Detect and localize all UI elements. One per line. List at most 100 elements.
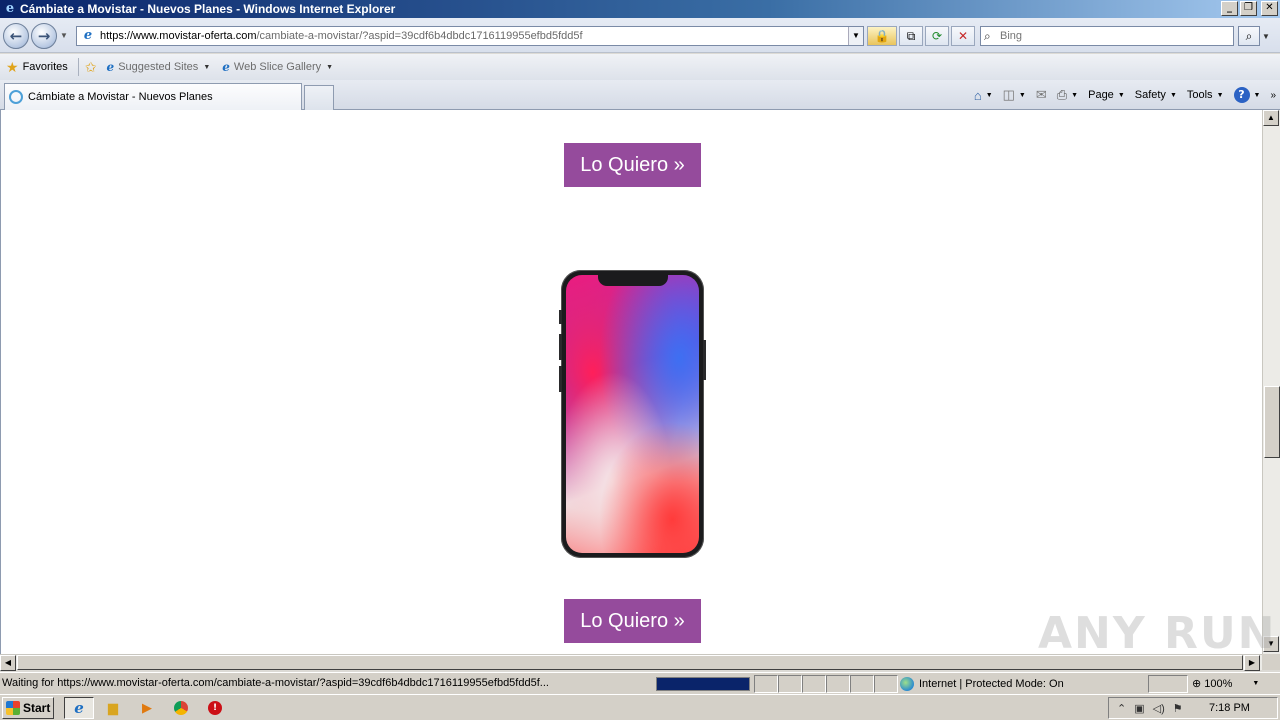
tab-bar: Cámbiate a Movistar - Nuevos Planes ⌂ ▼ ◫… [0, 80, 1280, 110]
refresh-icon[interactable]: ⟳ [925, 26, 949, 46]
start-button[interactable]: Start [2, 697, 54, 719]
globe-icon [900, 677, 914, 691]
phone-notch [598, 275, 668, 286]
ie-logo-icon: e [5, 1, 15, 16]
web-slice-gallery-link[interactable]: e Web Slice Gallery ▼ [222, 60, 333, 74]
help-icon: ? [1233, 87, 1250, 103]
volume-icon[interactable]: ◁) [1153, 702, 1165, 715]
lo-quiero-button-bottom[interactable]: Lo Quiero » [564, 599, 701, 643]
safety-menu[interactable]: Safety ▼ [1135, 89, 1177, 101]
show-hidden-icons[interactable]: ⌃ [1117, 702, 1126, 715]
address-dropdown-icon[interactable]: ▼ [848, 27, 863, 45]
taskbar-ie[interactable]: e [64, 697, 94, 719]
zone-label: Internet | Protected Mode: On [919, 678, 1064, 690]
new-tab-button[interactable] [304, 85, 334, 110]
minimize-button[interactable]: _ [1221, 1, 1238, 16]
media-player-icon: ▶ [142, 700, 152, 715]
search-box[interactable]: ⌕ [980, 26, 1234, 46]
chevron-down-icon: ▼ [1252, 680, 1260, 687]
system-tray: ⌃ ▣ ◁) ⚑ 7:18 PM [1108, 697, 1278, 719]
more-commands-icon[interactable]: » [1270, 90, 1276, 101]
phone-volume-up [559, 334, 562, 360]
page-menu-label: Page [1088, 89, 1114, 101]
page-content: Lo Quiero » Lo Quiero » [0, 110, 1262, 654]
read-mail-button[interactable]: ✉ [1036, 87, 1047, 103]
vertical-scrollbar[interactable]: ▲ ▼ [1262, 110, 1280, 654]
home-icon: ⌂ [973, 87, 982, 103]
suggested-sites-link[interactable]: e Suggested Sites ▼ [107, 60, 211, 74]
search-input[interactable] [1000, 30, 1220, 42]
feeds-button[interactable]: ◫ ▼ [1003, 87, 1026, 103]
tab-title: Cámbiate a Movistar - Nuevos Planes [28, 91, 213, 103]
page-menu[interactable]: Page ▼ [1088, 89, 1125, 101]
taskbar: Start e ▆ ▶ ! ⌃ ▣ ◁) ⚑ 7:18 PM [0, 694, 1280, 720]
stop-icon[interactable]: ✕ [951, 26, 975, 46]
tab-active[interactable]: Cámbiate a Movistar - Nuevos Planes [4, 83, 302, 110]
lo-quiero-button-top[interactable]: Lo Quiero » [564, 143, 701, 187]
chevron-down-icon: ▼ [1071, 91, 1079, 99]
navigation-bar: ← → ▼ e https://www.movistar-oferta.com/… [0, 18, 1280, 53]
phone-screen [566, 275, 699, 553]
chrome-icon [174, 701, 188, 715]
status-bar: Waiting for https://www.movistar-oferta.… [0, 672, 1280, 694]
vertical-scroll-thumb[interactable] [1264, 386, 1280, 458]
phone-volume-down [559, 366, 562, 392]
page-icon: e [83, 28, 93, 43]
tools-menu-label: Tools [1186, 89, 1213, 101]
status-pane [802, 675, 826, 693]
scroll-up-button[interactable]: ▲ [1263, 110, 1279, 126]
command-bar: ⌂ ▼ ◫ ▼ ✉ ⎙ ▼ Page ▼ Safety ▼ Tools ▼ ? ▼ » [974, 80, 1280, 110]
print-button[interactable]: ⎙ ▼ [1057, 87, 1078, 103]
status-pane [850, 675, 874, 693]
taskbar-explorer[interactable]: ▆ [98, 697, 128, 719]
network-icon[interactable]: ▣ [1134, 702, 1144, 715]
ie-page-icon: e [106, 60, 115, 74]
chevron-down-icon: ▼ [1117, 91, 1125, 99]
back-button[interactable]: ← [3, 23, 29, 49]
phone-mute-switch [559, 310, 562, 324]
chevron-down-icon: ▼ [1018, 91, 1026, 99]
home-button[interactable]: ⌂ ▼ [974, 88, 993, 103]
ie-icon: e [74, 699, 84, 717]
taskbar-chrome[interactable] [166, 697, 196, 719]
favorites-label: Favorites [22, 61, 68, 73]
chevron-down-icon: ▼ [1253, 91, 1261, 99]
clock[interactable]: 7:18 PM [1209, 702, 1250, 714]
phone-image [559, 270, 706, 558]
status-pane [754, 675, 778, 693]
taskbar-media-player[interactable]: ▶ [132, 697, 162, 719]
zoom-control[interactable]: ⊕ 100% ▼ [1192, 677, 1260, 691]
printer-icon: ⎙ [1056, 87, 1068, 102]
window-controls: _ ❐ ✕ [1221, 1, 1278, 16]
favorites-button[interactable]: ★ Favorites [6, 59, 68, 76]
address-bar[interactable]: e https://www.movistar-oferta.com/cambia… [76, 26, 864, 46]
forward-button[interactable]: → [31, 23, 57, 49]
maximize-button[interactable]: ❐ [1240, 1, 1257, 16]
divider [77, 58, 79, 76]
search-options-dropdown-icon[interactable]: ▼ [1262, 32, 1270, 41]
zoom-level: 100% [1204, 677, 1233, 690]
search-button[interactable]: ⌕ [1238, 26, 1260, 46]
alert-icon: ! [208, 701, 222, 715]
loading-icon [9, 90, 23, 104]
progress-fill [657, 678, 749, 690]
status-message: Waiting for https://www.movistar-oferta.… [2, 677, 549, 689]
close-button[interactable]: ✕ [1261, 1, 1278, 16]
window-title: Cámbiate a Movistar - Nuevos Planes - Wi… [20, 2, 396, 16]
loading-progress-bar [656, 677, 750, 691]
address-url[interactable]: https://www.movistar-oferta.com/cambiate… [100, 30, 583, 42]
tools-menu[interactable]: Tools ▼ [1187, 89, 1224, 101]
lock-icon[interactable]: 🔒 [867, 26, 897, 46]
recent-pages-dropdown-icon[interactable]: ▼ [60, 31, 68, 40]
chevron-down-icon: ▼ [203, 63, 211, 71]
compatibility-view-icon[interactable]: ⧉ [899, 26, 923, 46]
action-center-flag-icon[interactable]: ⚑ [1173, 702, 1183, 715]
help-menu[interactable]: ? ▼ [1233, 87, 1261, 103]
scroll-left-button[interactable]: ◀ [0, 655, 16, 671]
security-zone[interactable]: Internet | Protected Mode: On [900, 677, 1064, 691]
status-pane [778, 675, 802, 693]
browser-window: e Cámbiate a Movistar - Nuevos Planes - … [0, 0, 1280, 720]
taskbar-opera[interactable]: ! [200, 697, 230, 719]
protected-mode-pane[interactable] [1148, 675, 1188, 693]
add-to-favorites-bar-button[interactable]: ✩ [85, 59, 101, 76]
